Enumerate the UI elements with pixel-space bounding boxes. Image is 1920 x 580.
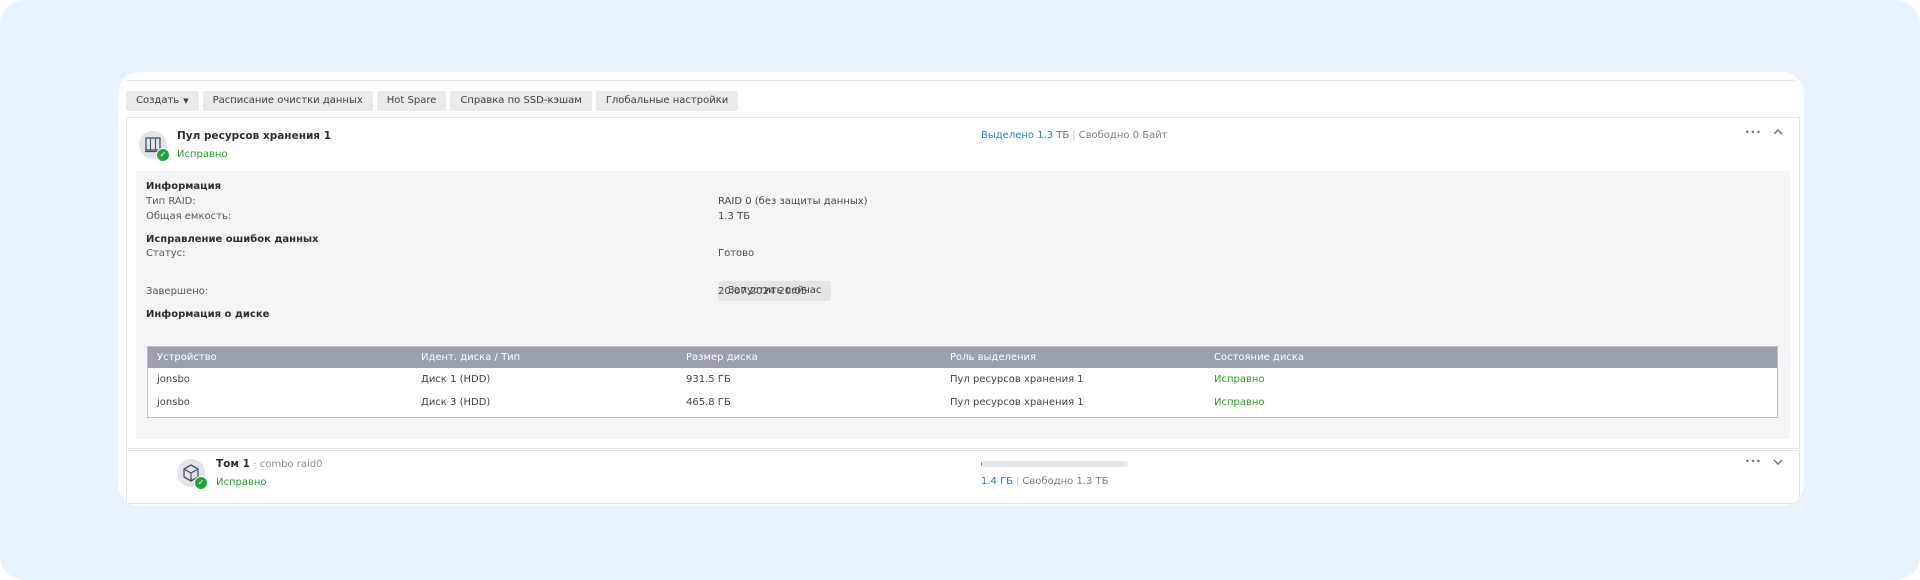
cell-role: Пул ресурсов хранения 1 [950, 397, 1084, 408]
hot-spare-button[interactable]: Hot Spare [376, 91, 447, 111]
global-settings-button[interactable]: Глобальные настройки [595, 91, 739, 111]
column-disk-id-type[interactable]: Идент. диска / Тип [421, 347, 520, 368]
volume-card: ✓ Том 1 · combo raid0 Исправно 1.4 ГБ | Св… [126, 450, 1800, 504]
volume-usage-fill [981, 461, 982, 467]
scrub-status-label: Статус: [146, 248, 186, 259]
pool-free: Свободно 0 Байт [1078, 130, 1168, 141]
storage-pool-card: ✓ Пул ресурсов хранения 1 Исправно Выдел… [126, 117, 1800, 449]
raid-type-label: Тип RAID: [146, 196, 196, 207]
cell-disk-size: 465.8 ГБ [686, 397, 731, 408]
cell-disk-id: Диск 1 (HDD) [421, 374, 491, 385]
volume-usage-bar [981, 461, 1128, 467]
disk-table-header: Устройство Идент. диска / Тип Размер дис… [148, 347, 1777, 368]
pool-allocation: Выделено 1.3 ТБ | Свободно 0 Байт [981, 130, 1168, 141]
raid-type-value: RAID 0 (без защиты данных) [718, 196, 868, 207]
pool-title[interactable]: Пул ресурсов хранения 1 [177, 130, 331, 142]
cell-disk-size: 931.5 ГБ [686, 374, 731, 385]
cell-status: Исправно [1214, 397, 1265, 408]
create-button-label: Создать [136, 95, 180, 106]
volume-cube-icon: ✓ [177, 459, 208, 490]
column-device[interactable]: Устройство [157, 347, 217, 368]
pool-status: Исправно [177, 149, 228, 160]
volume-title[interactable]: Том 1 · combo raid0 [216, 458, 323, 470]
create-button[interactable]: Создать ▼ [126, 91, 199, 111]
volume-free: Свободно 1.3 ТБ [1022, 476, 1109, 487]
volume-subtitle: combo raid0 [259, 459, 323, 470]
scrub-status-value: Готово [718, 248, 755, 259]
divider [126, 80, 1796, 81]
column-disk-size[interactable]: Размер диска [686, 347, 758, 368]
more-dots-icon[interactable]: ··· [1745, 454, 1762, 468]
cell-role: Пул ресурсов хранения 1 [950, 374, 1084, 385]
ssd-cache-help-button[interactable]: Справка по SSD-кэшам [450, 91, 592, 111]
scrubbing-heading: Исправление ошибок данных [146, 234, 319, 245]
check-circle-icon: ✓ [156, 148, 170, 162]
storage-pool-icon: ✓ [139, 131, 170, 162]
completed-label: Завершено: [146, 286, 209, 297]
separator: | [1016, 476, 1020, 487]
chevron-up-icon[interactable] [1773, 128, 1783, 139]
column-disk-status[interactable]: Состояние диска [1214, 347, 1304, 368]
chevron-down-icon[interactable] [1773, 458, 1783, 469]
volume-used: 1.4 ГБ [981, 476, 1014, 487]
cell-status: Исправно [1214, 374, 1265, 385]
pool-details: Информация Тип RAID: RAID 0 (без защиты … [136, 171, 1790, 439]
table-row[interactable]: jonsbo Диск 3 (HDD) 465.8 ГБ Пул ресурсо… [148, 391, 1777, 414]
scrub-schedule-button[interactable]: Расписание очистки данных [202, 91, 373, 111]
separator: | [1072, 130, 1076, 141]
volume-status: Исправно [216, 477, 267, 488]
capacity-value: 1.3 ТБ [718, 211, 751, 222]
volume-name: Том 1 [216, 458, 250, 470]
toolbar: Создать ▼ Расписание очистки данных Hot S… [126, 91, 739, 111]
cell-disk-id: Диск 3 (HDD) [421, 397, 491, 408]
caret-down-icon: ▼ [183, 97, 189, 105]
completed-value: 20.07.2024 20:05 [718, 286, 808, 297]
disk-info-heading: Информация о диске [146, 309, 270, 320]
info-heading: Информация [146, 181, 221, 192]
column-allocation-role[interactable]: Роль выделения [950, 347, 1036, 368]
disk-table: Устройство Идент. диска / Тип Размер дис… [147, 346, 1778, 418]
more-dots-icon[interactable]: ··· [1745, 125, 1762, 139]
volume-dot: · [253, 459, 257, 470]
capacity-label: Общая емкость: [146, 211, 232, 222]
check-circle-icon: ✓ [194, 476, 208, 490]
page-background: Создать ▼ Расписание очистки данных Hot S… [0, 0, 1920, 580]
volume-size: 1.4 ГБ | Свободно 1.3 ТБ [981, 476, 1109, 487]
cell-device: jonsbo [157, 397, 190, 408]
cell-device: jonsbo [157, 374, 190, 385]
pool-allocated: Выделено 1.3 ТБ [981, 130, 1070, 141]
storage-manager-panel: Создать ▼ Расписание очистки данных Hot S… [118, 72, 1804, 506]
table-row[interactable]: jonsbo Диск 1 (HDD) 931.5 ГБ Пул ресурсо… [148, 368, 1777, 391]
